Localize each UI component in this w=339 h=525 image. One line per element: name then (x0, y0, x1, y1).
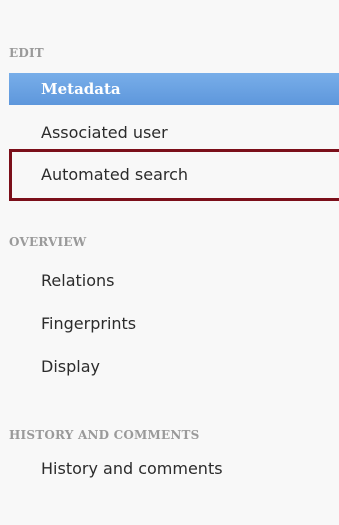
sidebar-item-associated-user[interactable]: Associated user (9, 116, 339, 150)
sidebar-item-fingerprints[interactable]: Fingerprints (9, 307, 339, 341)
section-heading-history-and-comments: HISTORY AND COMMENTS (9, 428, 200, 442)
sidebar-item-display[interactable]: Display (9, 350, 339, 384)
sidebar-nav: EDIT Metadata Associated user Automated … (0, 0, 339, 525)
sidebar-item-history-and-comments[interactable]: History and comments (9, 452, 339, 486)
sidebar-item-automated-search[interactable]: Automated search (9, 149, 339, 201)
sidebar-item-relations[interactable]: Relations (9, 264, 339, 298)
sidebar-item-metadata[interactable]: Metadata (9, 73, 339, 105)
section-heading-edit: EDIT (9, 46, 44, 60)
section-heading-overview: OVERVIEW (9, 235, 87, 249)
